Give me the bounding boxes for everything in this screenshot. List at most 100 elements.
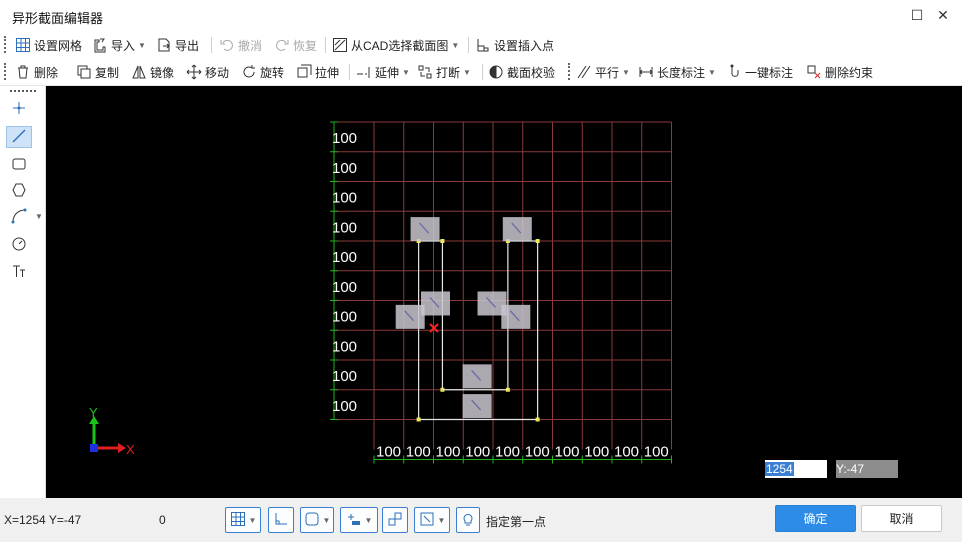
left-dimension-labels: 100 100 100 100 100 100 100 100 100 100 [332, 130, 357, 415]
export-label: 导出 [175, 38, 200, 53]
separator [482, 64, 483, 80]
length-dim-label: 长度标注 [657, 65, 706, 80]
polygon-tool[interactable] [6, 180, 32, 202]
dimension-label: 100 [332, 190, 357, 207]
hexagon-icon [11, 182, 27, 201]
text-icon [11, 263, 27, 282]
dimension-label: 100 [332, 249, 357, 266]
grid-snap-button[interactable]: ▼ [225, 507, 261, 533]
toolbar-grip[interactable] [568, 63, 573, 80]
set-insert-point-button[interactable]: 设置插入点 [475, 35, 554, 55]
section-vertex [535, 417, 540, 422]
caret-down-icon[interactable]: ▼ [35, 212, 43, 221]
undo-icon [219, 37, 235, 53]
length-dim-button[interactable]: 长度标注 ▼ [638, 62, 716, 82]
rectangle-tool[interactable] [6, 154, 32, 176]
select-box-icon [419, 511, 435, 530]
dimension-label: 100 [332, 130, 357, 147]
delete-label: 删除 [34, 65, 59, 80]
ortho-button[interactable] [268, 507, 294, 533]
mirror-icon [131, 64, 147, 80]
cursor-coordinates: X=1254 Y=-47 [4, 513, 82, 527]
section-vertex [440, 239, 445, 243]
circle-tool[interactable] [6, 234, 32, 256]
break-button[interactable]: 打断 ▼ [417, 62, 471, 82]
from-cad-button[interactable]: 从CAD选择截面图 ▼ [332, 35, 459, 55]
caret-down-icon[interactable]: ▼ [708, 68, 716, 77]
ok-button[interactable]: 确定 [775, 505, 856, 532]
maximize-icon[interactable]: ☐ [908, 6, 926, 24]
caret-down-icon[interactable]: ▼ [323, 516, 331, 525]
one-click-dim-button[interactable]: 一键标注 [726, 62, 793, 82]
point-tool[interactable] [6, 98, 32, 120]
link-snap-button[interactable] [382, 507, 408, 533]
section-check-button[interactable]: 截面校验 [488, 62, 555, 82]
y-coordinate-input[interactable]: Y:-47 [836, 460, 898, 478]
caret-down-icon[interactable]: ▼ [451, 41, 459, 50]
shape-snap-button[interactable]: ▼ [300, 507, 334, 533]
panel-grip[interactable] [10, 90, 36, 92]
tip-button[interactable] [456, 507, 480, 533]
object-snap-icon [346, 511, 362, 530]
constraint-marker-icon [395, 304, 425, 329]
object-snap-button[interactable]: ▼ [340, 507, 378, 533]
move-button[interactable]: 移动 [186, 62, 229, 82]
caret-down-icon[interactable]: ▼ [365, 516, 373, 525]
caret-down-icon[interactable]: ▼ [463, 68, 471, 77]
close-icon[interactable]: ✕ [934, 6, 952, 24]
axis-y-label: Y [89, 405, 98, 420]
text-tool[interactable] [6, 261, 32, 283]
move-label: 移动 [205, 65, 230, 80]
dimension-label: 100 [376, 444, 401, 461]
toolbar-grip[interactable] [4, 63, 9, 80]
delete-constraint-button[interactable]: 删除约束 [806, 62, 873, 82]
delete-constraint-icon [806, 64, 822, 80]
copy-button[interactable]: 复制 [76, 62, 119, 82]
export-button[interactable]: 导出 [156, 35, 199, 55]
x-coordinate-input[interactable]: 1254 [765, 460, 827, 478]
circle-icon [11, 236, 27, 255]
caret-down-icon[interactable]: ▼ [622, 68, 630, 77]
separator [468, 37, 469, 53]
dimension-label: 100 [332, 160, 357, 177]
stretch-icon [296, 64, 312, 80]
edit-toolbar: 删除 复制 镜像 移动 旋转 拉伸 延伸 ▼ 打断 ▼ 截面校验 平行 ▼ 长度标注 ▼ [0, 58, 962, 86]
caret-down-icon[interactable]: ▼ [438, 516, 446, 525]
toolbar-grip[interactable] [4, 36, 9, 53]
caret-down-icon[interactable]: ▼ [402, 68, 410, 77]
dimension-label: 100 [332, 368, 357, 385]
dimension-label: 100 [465, 444, 490, 461]
mirror-button[interactable]: 镜像 [131, 62, 174, 82]
caret-down-icon[interactable]: ▼ [138, 41, 146, 50]
line-tool[interactable] [6, 126, 32, 148]
drawing-canvas[interactable]: 100 100 100 100 100 100 100 100 100 100 100 100 100… [46, 86, 962, 498]
dimension-label: 100 [332, 398, 357, 415]
dimension-label: 100 [332, 338, 357, 355]
set-grid-button[interactable]: 设置网格 [15, 35, 82, 55]
redo-button[interactable]: 恢复 [274, 35, 317, 55]
undo-label: 撤消 [238, 38, 263, 53]
delete-button[interactable]: 删除 [15, 62, 58, 82]
cancel-button[interactable]: 取消 [861, 505, 942, 532]
rotate-button[interactable]: 旋转 [241, 62, 284, 82]
stretch-button[interactable]: 拉伸 [296, 62, 339, 82]
separator [211, 37, 212, 53]
rounded-rect-icon [304, 511, 320, 530]
point-icon [11, 100, 27, 119]
section-check-icon [488, 64, 504, 80]
dimension-label: 100 [332, 309, 357, 326]
arc-tool[interactable]: ▼ [6, 206, 43, 228]
mode-button[interactable]: ▼ [414, 507, 450, 533]
set-grid-label: 设置网格 [34, 38, 83, 53]
constraint-marker-icon [501, 304, 531, 329]
undo-button[interactable]: 撤消 [219, 35, 262, 55]
extend-button[interactable]: 延伸 ▼ [356, 62, 410, 82]
from-cad-label: 从CAD选择截面图 [351, 38, 449, 53]
import-button[interactable]: 导入 ▼ [92, 35, 146, 55]
extend-label: 延伸 [375, 65, 400, 80]
axis-x-label: X [126, 442, 135, 457]
one-click-dim-label: 一键标注 [745, 65, 794, 80]
parallel-button[interactable]: 平行 ▼ [576, 62, 630, 82]
window-title: 异形截面编辑器 [12, 11, 104, 26]
caret-down-icon[interactable]: ▼ [249, 516, 257, 525]
